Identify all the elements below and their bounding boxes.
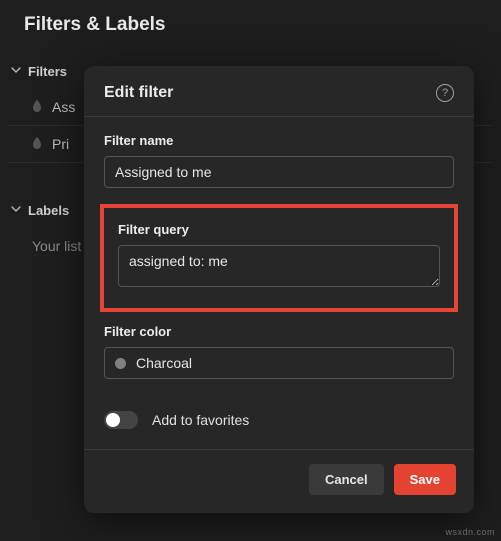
filter-icon xyxy=(32,100,42,115)
modal-footer: Cancel Save xyxy=(84,449,474,513)
filter-name-field: Filter name xyxy=(104,133,454,188)
favorites-toggle-label: Add to favorites xyxy=(152,412,249,428)
modal-title: Edit filter xyxy=(104,84,173,102)
filter-color-select[interactable]: Charcoal xyxy=(104,347,454,379)
filter-icon xyxy=(32,137,42,152)
labels-title: Labels xyxy=(28,203,69,218)
page-title: Filters & Labels xyxy=(0,0,501,50)
filter-color-label: Filter color xyxy=(104,324,454,339)
chevron-down-icon xyxy=(10,64,22,79)
modal-body: Filter name Filter query assigned to: me… xyxy=(84,117,474,449)
cancel-button[interactable]: Cancel xyxy=(309,464,384,495)
chevron-down-icon xyxy=(10,203,22,218)
filters-title: Filters xyxy=(28,64,67,79)
modal-header: Edit filter ? xyxy=(84,66,474,117)
filter-color-value: Charcoal xyxy=(136,355,192,371)
toggle-knob-icon xyxy=(106,413,120,427)
filter-query-input[interactable]: assigned to: me xyxy=(118,245,440,287)
list-item-label: Ass xyxy=(52,99,75,115)
edit-filter-modal: Edit filter ? Filter name Filter query a… xyxy=(84,66,474,513)
list-item-label: Pri xyxy=(52,136,69,152)
save-button[interactable]: Save xyxy=(394,464,456,495)
watermark-text: wsxdn.com xyxy=(445,527,495,537)
favorites-toggle[interactable] xyxy=(104,411,138,429)
filter-name-input[interactable] xyxy=(104,156,454,188)
add-to-favorites-row: Add to favorites xyxy=(104,393,454,441)
filter-color-field: Filter color Charcoal xyxy=(104,324,454,379)
color-swatch-icon xyxy=(115,358,126,369)
filter-query-label: Filter query xyxy=(118,222,440,237)
filter-name-label: Filter name xyxy=(104,133,454,148)
filter-query-highlight: Filter query assigned to: me xyxy=(100,204,458,312)
help-icon[interactable]: ? xyxy=(436,84,454,102)
